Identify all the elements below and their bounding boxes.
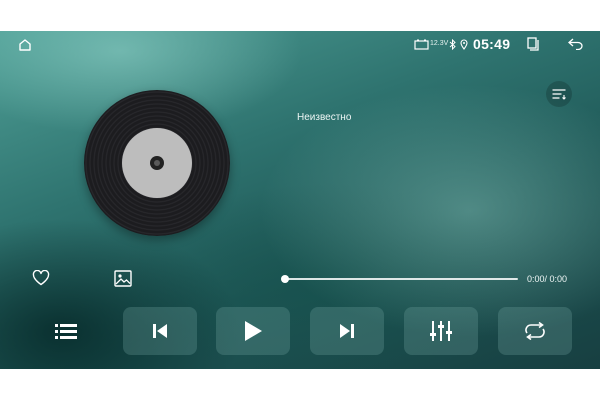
album-art-disc bbox=[84, 90, 230, 236]
image-button[interactable] bbox=[113, 268, 133, 288]
equalizer-button[interactable] bbox=[404, 307, 478, 355]
home-icon[interactable] bbox=[16, 36, 34, 54]
previous-track-icon bbox=[153, 324, 167, 338]
battery-icon bbox=[413, 38, 429, 50]
bluetooth-icon bbox=[448, 39, 456, 50]
play-icon bbox=[245, 321, 262, 341]
track-title: Неизвестно bbox=[297, 112, 352, 123]
sort-menu-button[interactable] bbox=[546, 81, 572, 107]
repeat-button[interactable] bbox=[498, 307, 572, 355]
progress-thumb[interactable] bbox=[281, 275, 289, 283]
progress-track[interactable] bbox=[285, 278, 518, 280]
next-track-button[interactable] bbox=[310, 307, 384, 355]
previous-track-button[interactable] bbox=[123, 307, 197, 355]
time-display: 0:00/ 0:00 bbox=[527, 274, 568, 284]
play-button[interactable] bbox=[216, 307, 290, 355]
heart-icon bbox=[32, 270, 50, 286]
image-icon bbox=[114, 269, 132, 287]
clock: 05:49 bbox=[473, 36, 511, 52]
favorite-button[interactable] bbox=[30, 268, 52, 288]
back-icon[interactable] bbox=[566, 36, 584, 52]
multitask-icon[interactable] bbox=[525, 36, 541, 52]
next-track-icon bbox=[340, 324, 354, 338]
playlist-button[interactable] bbox=[29, 307, 103, 355]
disc-hole bbox=[154, 160, 160, 166]
repeat-icon bbox=[525, 322, 545, 340]
location-pin-icon bbox=[459, 38, 468, 50]
equalizer-icon bbox=[430, 321, 452, 341]
music-player-screen: 12.3V 05:49 Неизвестно 0:00/ 0:00 bbox=[0, 31, 600, 369]
sort-icon bbox=[552, 89, 566, 100]
voltage-readout: 12.3V bbox=[430, 40, 449, 47]
playlist-icon bbox=[55, 324, 77, 339]
